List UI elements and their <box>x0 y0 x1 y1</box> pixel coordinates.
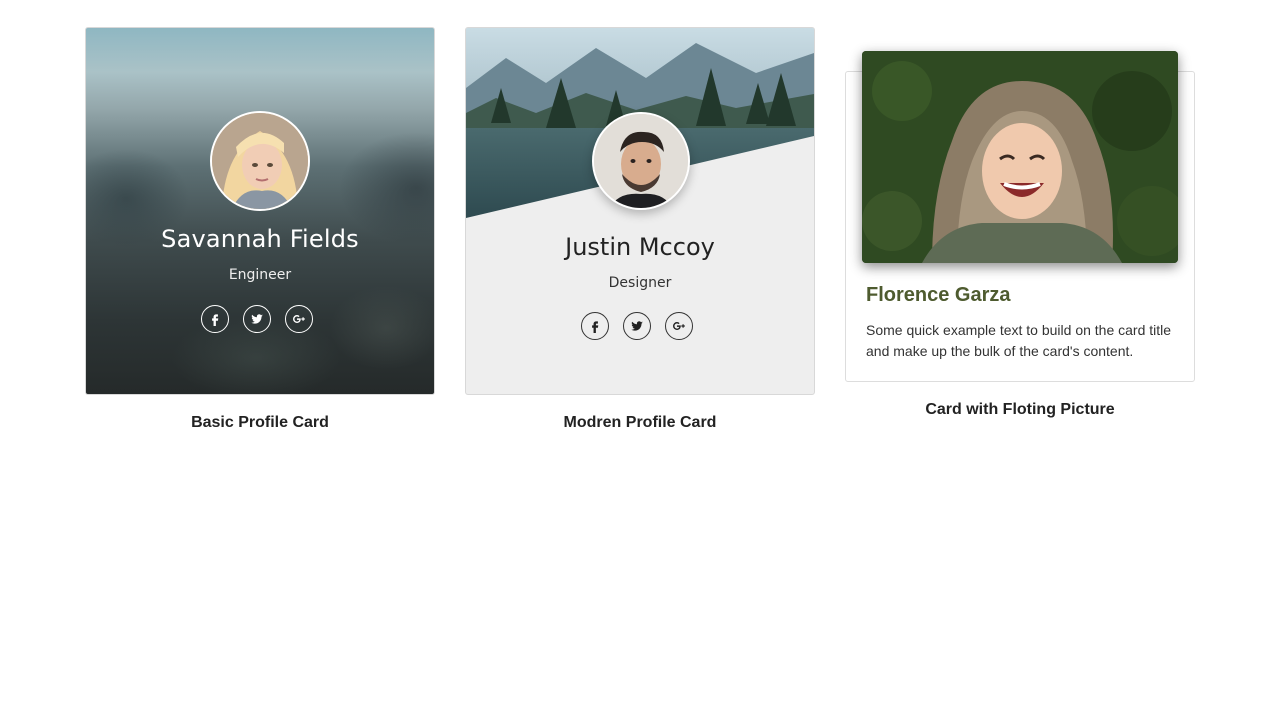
card-text: Some quick example text to build on the … <box>866 322 1172 359</box>
facebook-icon <box>212 314 219 326</box>
profile-role: Engineer <box>228 267 292 283</box>
google-plus-icon <box>292 315 305 323</box>
social-links <box>201 305 313 333</box>
twitter-link[interactable] <box>243 305 271 333</box>
google-plus-icon <box>672 322 685 330</box>
social-links <box>581 312 693 340</box>
facebook-icon <box>592 321 599 333</box>
page: Savannah Fields Engineer Basic Profile C… <box>0 0 1280 720</box>
avatar <box>592 112 690 210</box>
facebook-link[interactable] <box>201 305 229 333</box>
profile-name: Savannah Fields <box>161 225 359 253</box>
child-photo <box>862 51 1178 263</box>
twitter-icon <box>251 314 263 324</box>
twitter-icon <box>631 321 643 331</box>
card-title: Florence Garza <box>866 284 1011 306</box>
blurred-background <box>86 28 434 394</box>
portrait-image <box>594 114 688 208</box>
avatar <box>210 111 310 211</box>
floating-card-caption: Card with Floting Picture <box>925 401 1115 418</box>
google-plus-link[interactable] <box>665 312 693 340</box>
modern-profile-card: Justin Mccoy Designer <box>465 27 815 395</box>
profile-name: Justin Mccoy <box>565 233 715 261</box>
twitter-link[interactable] <box>623 312 651 340</box>
portrait-image <box>212 113 308 209</box>
google-plus-link[interactable] <box>285 305 313 333</box>
basic-card-caption: Basic Profile Card <box>191 414 329 431</box>
modern-card-caption: Modren Profile Card <box>563 414 717 431</box>
floating-picture <box>862 51 1178 263</box>
profile-role: Designer <box>608 275 672 291</box>
basic-profile-card: Savannah Fields Engineer <box>85 27 435 395</box>
facebook-link[interactable] <box>581 312 609 340</box>
